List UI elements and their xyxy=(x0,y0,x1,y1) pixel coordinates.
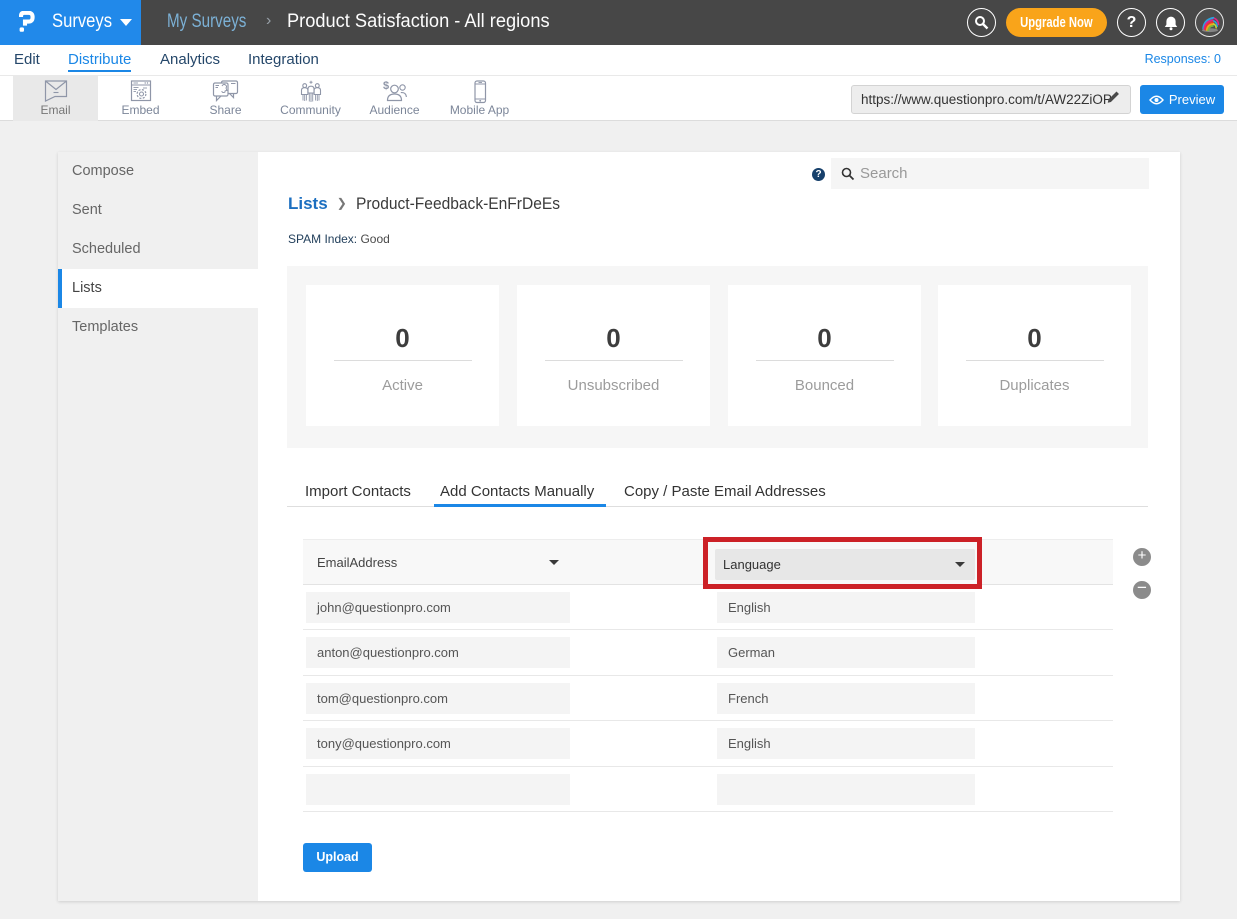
svg-text:$: $ xyxy=(383,80,389,92)
